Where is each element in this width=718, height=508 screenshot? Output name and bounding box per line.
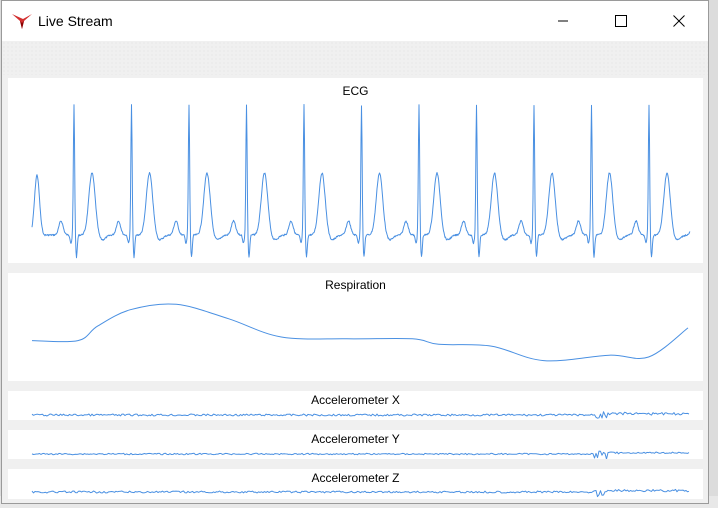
accelerometer-x-trace bbox=[31, 411, 690, 419]
accelerometer-z-trace bbox=[31, 488, 690, 498]
title-bar[interactable]: Live Stream bbox=[2, 1, 708, 41]
respiration-chart: Respiration bbox=[8, 273, 703, 381]
close-icon bbox=[673, 15, 685, 27]
accelerometer-y-trace bbox=[31, 450, 690, 459]
close-button[interactable] bbox=[650, 1, 708, 41]
accelerometer-x-chart: Accelerometer X bbox=[8, 391, 703, 420]
window-controls bbox=[534, 1, 708, 41]
ecg-trace bbox=[31, 104, 691, 259]
minimize-button[interactable] bbox=[534, 1, 592, 41]
respiration-trace bbox=[31, 303, 689, 362]
accelerometer-y-plot bbox=[31, 450, 690, 459]
minimize-icon bbox=[558, 20, 568, 22]
accelerometer-x-plot bbox=[31, 411, 690, 419]
live-stream-window: Live Stream ECG Respiration Acceleromete… bbox=[1, 0, 709, 504]
accelerometer-y-chart: Accelerometer Y bbox=[8, 430, 703, 459]
app-logo-icon bbox=[12, 14, 32, 29]
accelerometer-z-plot bbox=[31, 488, 690, 498]
ecg-chart: ECG bbox=[8, 78, 703, 263]
toolbar-strip bbox=[2, 41, 708, 75]
ecg-plot bbox=[31, 104, 691, 259]
accelerometer-z-chart: Accelerometer Z bbox=[8, 469, 703, 499]
maximize-button[interactable] bbox=[592, 1, 650, 41]
window-title: Live Stream bbox=[38, 13, 113, 29]
respiration-plot bbox=[31, 303, 689, 362]
maximize-icon bbox=[615, 15, 627, 27]
